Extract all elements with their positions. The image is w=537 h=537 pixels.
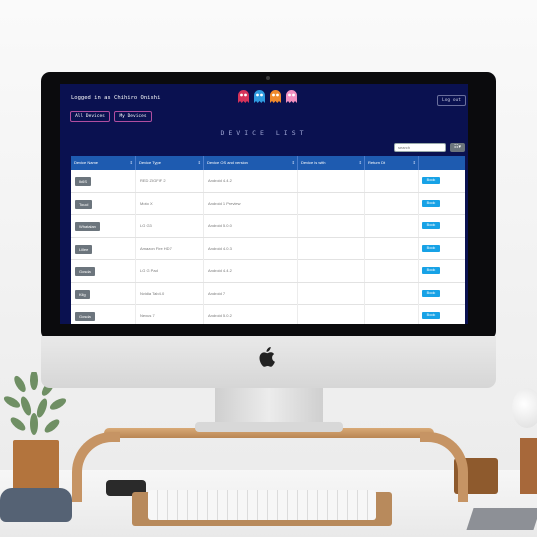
book-button[interactable]: Book: [422, 244, 440, 252]
ghost-icon: [286, 90, 297, 103]
column-header-device-name[interactable]: Device Name ⇕: [71, 156, 136, 170]
table-cell-type: LG G3: [136, 215, 204, 237]
keyboard: [148, 490, 376, 520]
table-cell-with: [298, 282, 365, 305]
device-name-badge[interactable]: Gosda: [75, 312, 95, 321]
monitor-stand-foot: [195, 422, 343, 432]
column-header-device-type[interactable]: Device Type ⇕: [136, 156, 204, 170]
search-input[interactable]: [394, 143, 446, 152]
logout-button[interactable]: Log out: [437, 95, 466, 106]
book-button[interactable]: Book: [422, 289, 440, 297]
device-name-badge[interactable]: Gosda: [75, 267, 95, 276]
table-cell-return: [365, 282, 419, 305]
table-row: Whatalan LG G3 Android 5.0.0 Book: [71, 215, 465, 238]
ghost-icon: [254, 90, 265, 103]
sort-icon: ⇕: [358, 160, 362, 165]
table-cell-name: Gosda: [71, 260, 136, 282]
table-cell-with: [298, 215, 365, 237]
table-cell-os: Android 5.0.2: [204, 305, 298, 324]
light-bulb: [512, 388, 537, 428]
book-button[interactable]: Book: [422, 267, 440, 274]
table-body: Ik6S RED ZIGFIF 2 Android 4.4.2 Book Toucl Mo…: [71, 170, 465, 324]
wooden-plant-pot: [13, 440, 59, 492]
table-cell-type: Moto X: [136, 192, 204, 215]
logged-in-text: Logged in as Chihiro Onishi: [71, 95, 161, 101]
device-table: Device Name ⇕ Device Type ⇕ Device OS and …: [71, 156, 465, 324]
page-title: DEVICE LIST: [220, 129, 308, 137]
table-row: Gosda LG G Pad Android 4.4.2 Book: [71, 260, 465, 283]
table-cell-os: Android 4.4.2: [204, 170, 298, 192]
table-cell-type: RED ZIGFIF 2: [136, 170, 204, 192]
ghost-icon: [238, 90, 249, 103]
table-cell-name: Kilg: [71, 282, 136, 305]
wooden-block: [520, 438, 537, 494]
column-header-device-with[interactable]: Device is with ⇕: [298, 156, 365, 170]
tab-my-devices[interactable]: My Devices: [114, 111, 152, 122]
table-cell-with: [298, 237, 365, 260]
list-icon: ☷▾: [454, 144, 461, 150]
device-name-badge[interactable]: Whatalan: [75, 222, 100, 231]
table-row: Lillee Amazon Fire HD7 Android 4.0.3 Book: [71, 237, 465, 260]
table-row: Toucl Moto X Android 1 Preview Book: [71, 192, 465, 215]
table-cell-return: [365, 192, 419, 215]
table-cell-type: Amazon Fire HD7: [136, 237, 204, 260]
headphones: [0, 488, 72, 522]
book-button[interactable]: Book: [422, 199, 440, 207]
table-cell-type: LG G Pad: [136, 260, 204, 282]
sort-icon: ⇕: [129, 160, 133, 165]
sort-icon: ⇕: [197, 160, 201, 165]
table-cell-os: Android 4.0.3: [204, 237, 298, 260]
table-cell-name: Toucl: [71, 192, 136, 215]
table-cell-with: [298, 260, 365, 282]
device-name-badge[interactable]: Lillee: [75, 244, 93, 254]
table-row: Kilg Nvidia Tab4.0 Android 7 Book: [71, 282, 465, 305]
table-cell-type: Nvidia Tab4.0: [136, 282, 204, 305]
app-screen: Logged in as Chihiro Onishi Log out All …: [60, 84, 468, 324]
column-header-return-date[interactable]: Return Dt ⇕: [365, 156, 419, 170]
table-header: Device Name ⇕ Device Type ⇕ Device OS and …: [71, 156, 465, 170]
book-button[interactable]: Book: [422, 312, 440, 319]
table-cell-return: [365, 260, 419, 282]
notebook: [466, 508, 537, 530]
sort-icon: ⇕: [412, 160, 416, 165]
table-cell-name: Lillee: [71, 237, 136, 260]
device-name-badge[interactable]: Toucl: [75, 199, 93, 209]
table-cell-with: [298, 305, 365, 324]
book-button[interactable]: Book: [422, 222, 440, 229]
table-cell-return: [365, 237, 419, 260]
table-cell-name: Ik6S: [71, 170, 136, 192]
table-cell-type: Nexus 7: [136, 305, 204, 324]
apple-logo-icon: [259, 347, 275, 367]
table-cell-os: Android 4.4.2: [204, 260, 298, 282]
ghost-icon: [270, 90, 281, 103]
table-row: Ik6S RED ZIGFIF 2 Android 4.4.2 Book: [71, 170, 465, 193]
table-cell-return: [365, 215, 419, 237]
columns-toggle-button[interactable]: ☷▾: [450, 143, 465, 152]
table-cell-with: [298, 170, 365, 192]
device-name-badge[interactable]: Kilg: [75, 289, 90, 299]
tab-all-devices[interactable]: All Devices: [70, 111, 110, 122]
book-button[interactable]: Book: [422, 177, 440, 184]
table-cell-name: Gosda: [71, 305, 136, 324]
table-cell-return: [365, 170, 419, 192]
table-cell-os: Android 5.0.0: [204, 215, 298, 237]
camera-icon: [266, 76, 270, 80]
table-cell-os: Android 7: [204, 282, 298, 305]
column-header-action: [419, 156, 465, 170]
sort-icon: ⇕: [291, 160, 295, 165]
table-cell-return: [365, 305, 419, 324]
table-cell-name: Whatalan: [71, 215, 136, 237]
device-name-badge[interactable]: Ik6S: [75, 177, 92, 186]
table-cell-with: [298, 192, 365, 215]
table-row: Gosda Nexus 7 Android 5.0.2 Book: [71, 305, 465, 324]
column-header-device-os[interactable]: Device OS and version ⇕: [204, 156, 298, 170]
table-cell-os: Android 1 Preview: [204, 192, 298, 215]
